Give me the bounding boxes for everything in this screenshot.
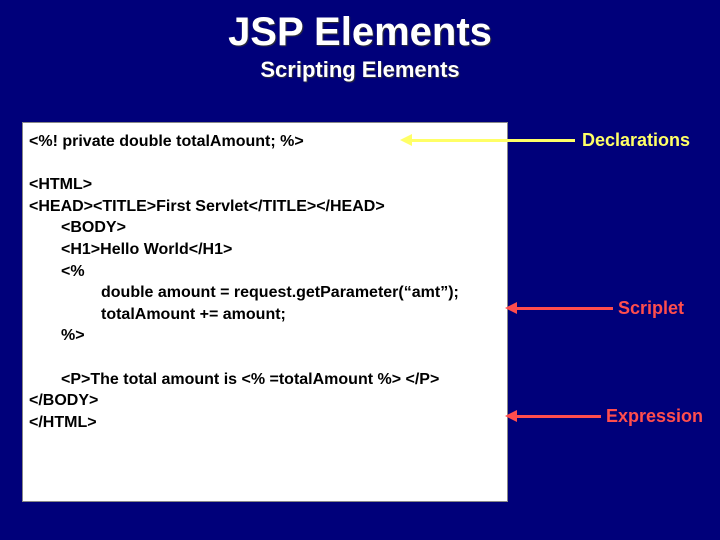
code-line-h1: <H1>Hello World</H1> bbox=[29, 239, 501, 261]
code-line-body-close: </BODY> bbox=[29, 390, 501, 412]
code-line-scriptlet-close: %> bbox=[29, 325, 501, 347]
arrow-head-icon bbox=[400, 134, 412, 146]
code-line-blank bbox=[29, 153, 501, 175]
code-line-total: totalAmount += amount; bbox=[29, 304, 501, 326]
slide: JSP Elements Scripting Elements <%! priv… bbox=[0, 0, 720, 540]
label-scriplet: Scriplet bbox=[618, 298, 684, 319]
slide-title: JSP Elements bbox=[0, 0, 720, 55]
code-line-body-open: <BODY> bbox=[29, 217, 501, 239]
code-line-expression: <P>The total amount is <% =totalAmount %… bbox=[29, 369, 501, 391]
code-line-html-close: </HTML> bbox=[29, 412, 501, 434]
label-expression: Expression bbox=[606, 406, 703, 427]
code-line-amount: double amount = request.getParameter(“am… bbox=[29, 282, 501, 304]
code-line-blank bbox=[29, 347, 501, 369]
code-line-head: <HEAD><TITLE>First Servlet</TITLE></HEAD… bbox=[29, 196, 501, 218]
arrow-shaft bbox=[410, 139, 575, 142]
arrow-head-icon bbox=[505, 410, 517, 422]
arrow-shaft bbox=[515, 307, 613, 310]
arrow-shaft bbox=[515, 415, 601, 418]
code-line-declaration: <%! private double totalAmount; %> bbox=[29, 131, 501, 153]
slide-subtitle: Scripting Elements bbox=[0, 57, 720, 83]
label-declarations: Declarations bbox=[582, 130, 690, 151]
code-line-scriptlet-open: <% bbox=[29, 261, 501, 283]
arrow-head-icon bbox=[505, 302, 517, 314]
code-line-html-open: <HTML> bbox=[29, 174, 501, 196]
code-box: <%! private double totalAmount; %> <HTML… bbox=[22, 122, 508, 502]
